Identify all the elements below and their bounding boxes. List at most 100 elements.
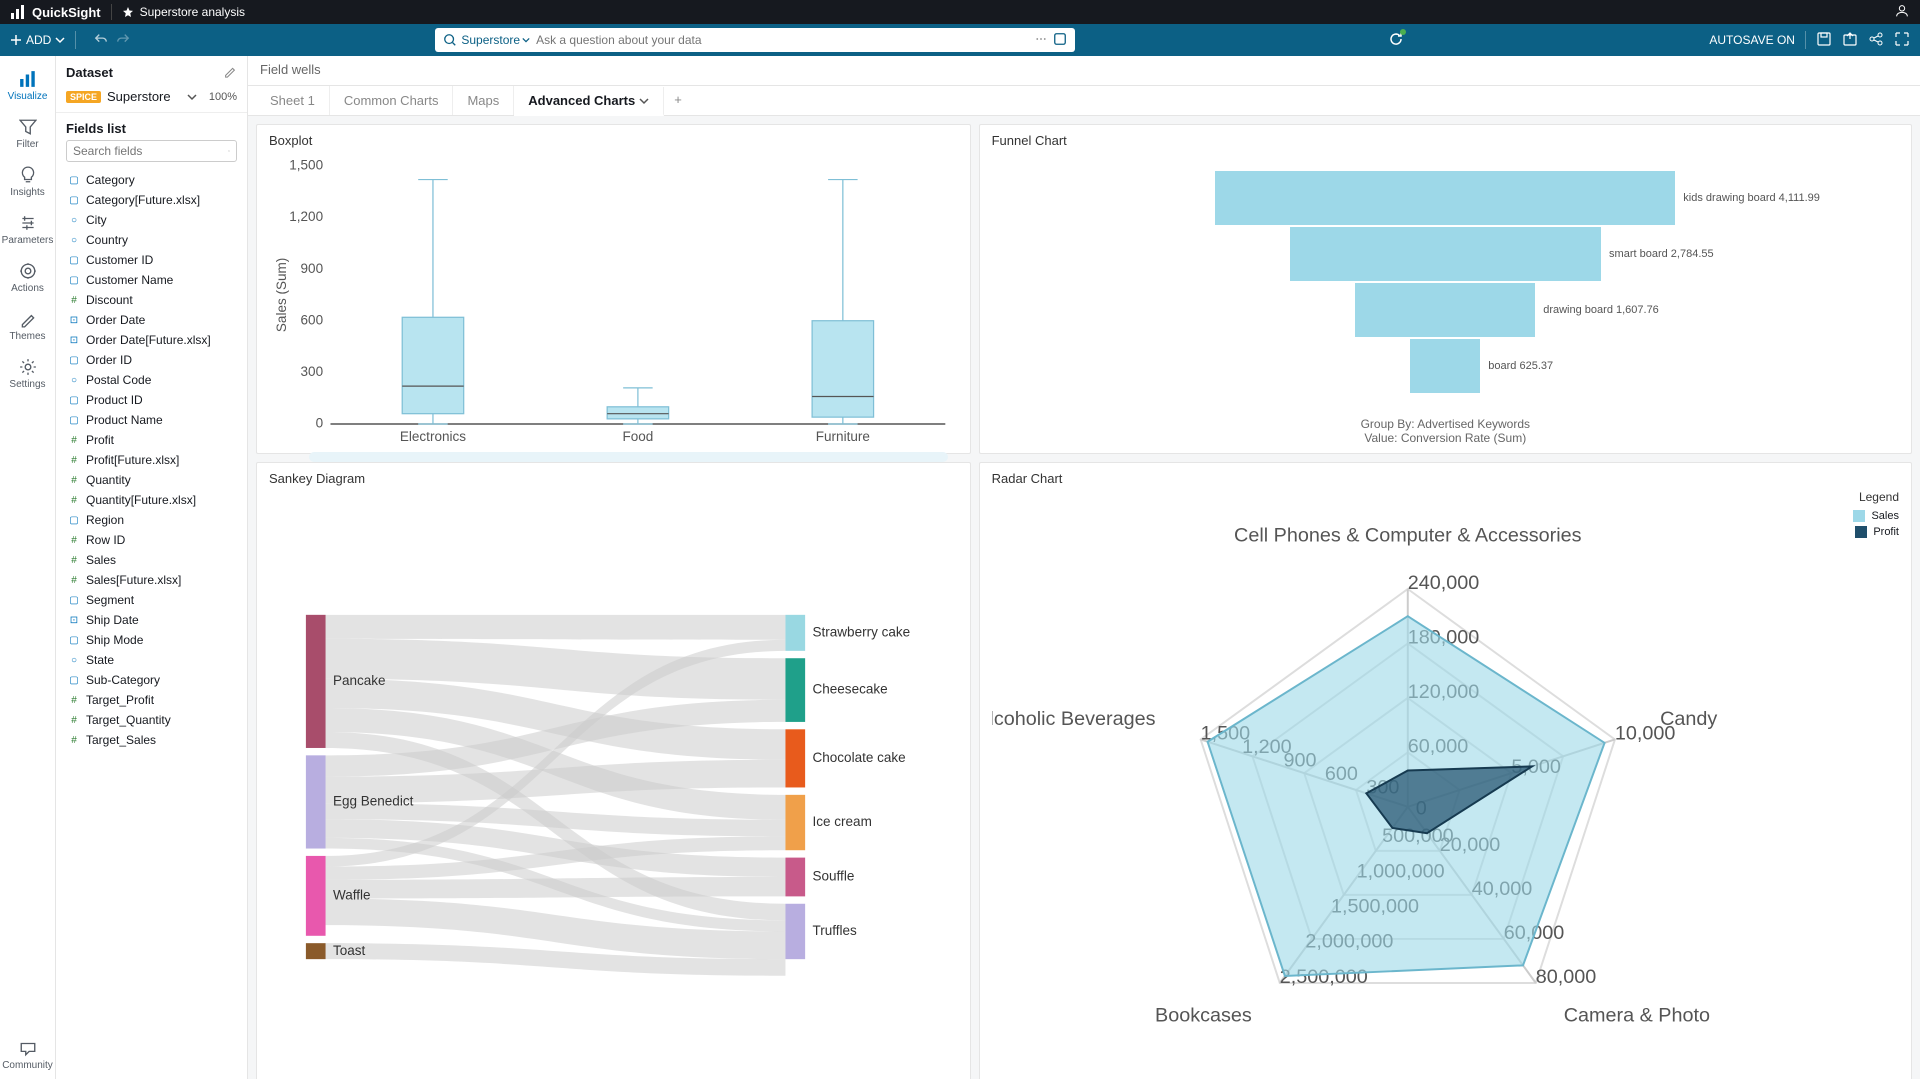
viz-radar[interactable]: Radar Chart Cell Phones & Computer & Acc…	[979, 462, 1912, 1079]
funnel-segment[interactable]: kids drawing board 4,111.99	[992, 171, 1899, 225]
svg-text:Souffle: Souffle	[813, 869, 855, 884]
field-item[interactable]: ▢Region	[56, 510, 247, 530]
field-item[interactable]: #Profit	[56, 430, 247, 450]
funnel-segment[interactable]: smart board 2,784.55	[992, 227, 1899, 281]
field-item[interactable]: #Target_Quantity	[56, 710, 247, 730]
svg-text:Bookcases: Bookcases	[1155, 1004, 1252, 1026]
legend-item-sales[interactable]: Sales	[1823, 510, 1899, 522]
field-item[interactable]: ⊡Order Date	[56, 310, 247, 330]
field-item[interactable]: ○Postal Code	[56, 370, 247, 390]
sheet-tab[interactable]: Maps	[453, 86, 514, 115]
rail-settings[interactable]: Settings	[0, 350, 55, 398]
field-item[interactable]: ○State	[56, 650, 247, 670]
nlq-input[interactable]	[530, 33, 1035, 47]
field-item[interactable]: #Discount	[56, 290, 247, 310]
refresh-q-button[interactable]	[1388, 31, 1404, 50]
svg-text:Waffle: Waffle	[333, 888, 371, 903]
add-button[interactable]: ADD	[10, 33, 65, 47]
add-sheet-button[interactable]: +	[664, 86, 692, 115]
field-wells[interactable]: Field wells	[248, 56, 1920, 86]
field-item[interactable]: ▢Category	[56, 170, 247, 190]
legend-item-profit[interactable]: Profit	[1823, 526, 1899, 538]
funnel-segment[interactable]: drawing board 1,607.76	[992, 283, 1899, 337]
save-icon[interactable]	[1816, 31, 1832, 50]
user-menu[interactable]	[1894, 3, 1910, 22]
rail-filter[interactable]: Filter	[0, 110, 55, 158]
funnel-segment[interactable]: board 625.37	[992, 339, 1899, 393]
field-type-icon: ▢	[68, 395, 80, 406]
viz-sankey[interactable]: Sankey Diagram PancakeEgg BenedictWaffle…	[256, 462, 971, 1079]
field-label: Order Date	[86, 313, 145, 327]
field-item[interactable]: #Profit[Future.xlsx]	[56, 450, 247, 470]
field-item[interactable]: ▢Segment	[56, 590, 247, 610]
dataset-selector[interactable]: SPICE Superstore 100%	[56, 85, 247, 113]
field-item[interactable]: ○City	[56, 210, 247, 230]
field-item[interactable]: ▢Order ID	[56, 350, 247, 370]
nlq-bar[interactable]: Superstore	[435, 28, 1075, 52]
field-label: Ship Mode	[86, 633, 143, 647]
field-label: Profit	[86, 433, 114, 447]
fit-icon[interactable]	[1894, 31, 1910, 50]
redo-button[interactable]	[116, 32, 130, 49]
svg-text:Furniture: Furniture	[816, 429, 870, 444]
svg-text:1,200: 1,200	[289, 209, 323, 224]
autosave-label[interactable]: AUTOSAVE ON	[1709, 33, 1795, 47]
sheet-tab[interactable]: Advanced Charts	[514, 87, 664, 116]
field-item[interactable]: ▢Product Name	[56, 410, 247, 430]
viz-funnel[interactable]: Funnel Chart kids drawing board 4,111.99…	[979, 124, 1912, 454]
viz-title: Radar Chart	[992, 471, 1899, 486]
field-item[interactable]: ○Country	[56, 230, 247, 250]
field-item[interactable]: ▢Category[Future.xlsx]	[56, 190, 247, 210]
rail-parameters[interactable]: Parameters	[0, 206, 55, 254]
field-type-icon: ▢	[68, 355, 80, 366]
rail-actions[interactable]: Actions	[0, 254, 55, 302]
boxplot-hscroll[interactable]	[309, 452, 948, 462]
field-label: Postal Code	[86, 373, 151, 387]
svg-text:Ice cream: Ice cream	[813, 814, 872, 829]
undo-button[interactable]	[94, 32, 108, 49]
field-item[interactable]: #Sales	[56, 550, 247, 570]
fields-list-header: Fields list	[56, 113, 247, 140]
field-item[interactable]: ▢Customer Name	[56, 270, 247, 290]
field-item[interactable]: #Row ID	[56, 530, 247, 550]
field-item[interactable]: #Target_Sales	[56, 730, 247, 750]
field-item[interactable]: ▢Customer ID	[56, 250, 247, 270]
nlq-dataset-chip[interactable]: Superstore	[461, 33, 520, 47]
app-logo[interactable]: QuickSight	[10, 4, 101, 20]
fields-search[interactable]	[66, 140, 237, 162]
nlq-more-icon[interactable]	[1035, 33, 1047, 48]
field-item[interactable]: ▢Ship Mode	[56, 630, 247, 650]
field-type-icon: ⊡	[68, 335, 80, 346]
field-item[interactable]: ⊡Order Date[Future.xlsx]	[56, 330, 247, 350]
fields-search-input[interactable]	[73, 144, 228, 158]
field-item[interactable]: #Quantity	[56, 470, 247, 490]
field-item[interactable]: ⊡Ship Date	[56, 610, 247, 630]
rail-visualize[interactable]: Visualize	[0, 62, 55, 110]
rail-community[interactable]: Community	[0, 1031, 55, 1079]
field-type-icon: ▢	[68, 175, 80, 186]
edit-dataset-icon[interactable]	[223, 64, 237, 81]
nlq-expand-icon[interactable]	[1053, 32, 1067, 49]
analysis-title[interactable]: Superstore analysis	[122, 5, 245, 19]
chevron-down-icon	[639, 96, 649, 106]
sheet-tab[interactable]: Sheet 1	[256, 86, 330, 115]
actions-icon	[19, 262, 37, 280]
field-label: Quantity[Future.xlsx]	[86, 493, 196, 507]
field-item[interactable]: #Target_Profit	[56, 690, 247, 710]
canvas-area: Field wells Sheet 1Common ChartsMapsAdva…	[248, 56, 1920, 1079]
export-icon[interactable]	[1842, 31, 1858, 50]
viz-boxplot[interactable]: Boxplot 03006009001,2001,500ElectronicsF…	[256, 124, 971, 454]
field-item[interactable]: #Quantity[Future.xlsx]	[56, 490, 247, 510]
svg-text:300: 300	[301, 364, 324, 379]
field-label: Quantity	[86, 473, 131, 487]
field-item[interactable]: #Sales[Future.xlsx]	[56, 570, 247, 590]
field-label: Product ID	[86, 393, 143, 407]
field-type-icon: ▢	[68, 595, 80, 606]
field-item[interactable]: ▢Sub-Category	[56, 670, 247, 690]
field-label: Discount	[86, 293, 133, 307]
rail-insights[interactable]: Insights	[0, 158, 55, 206]
field-item[interactable]: ▢ Product ID	[56, 390, 247, 410]
share-icon[interactable]	[1868, 31, 1884, 50]
sheet-tab[interactable]: Common Charts	[330, 86, 454, 115]
rail-themes[interactable]: Themes	[0, 302, 55, 350]
